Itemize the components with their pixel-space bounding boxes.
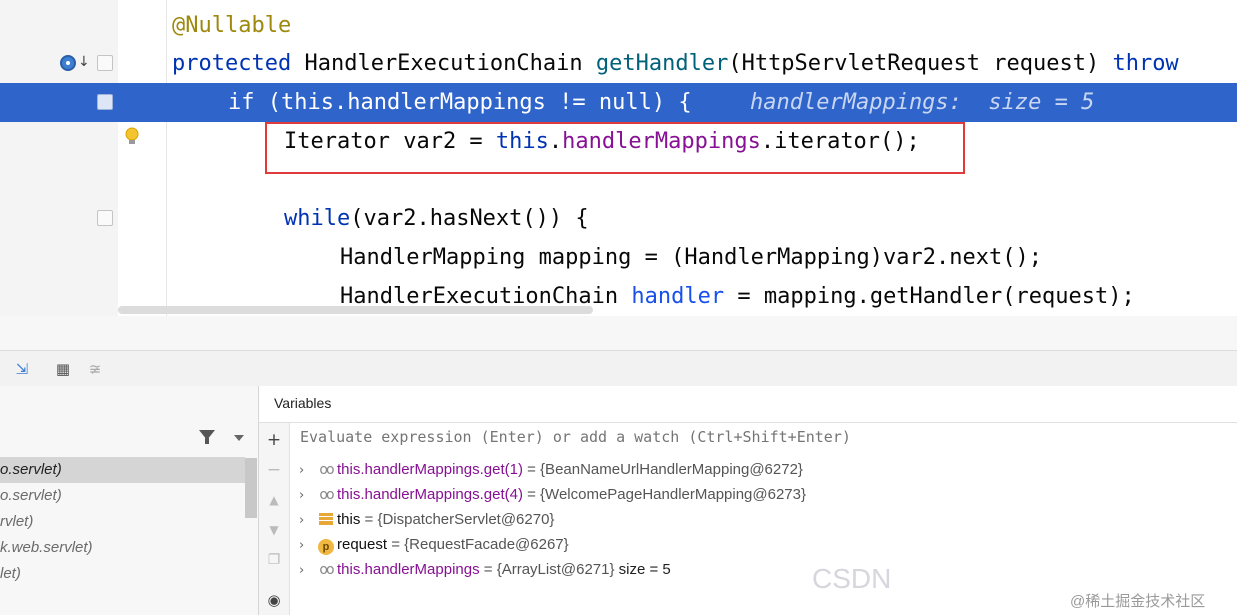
if-keyword: if ( <box>228 90 281 115</box>
annotation-text: @Nullable <box>172 13 292 38</box>
debug-toolbar: ⇲ ▦ ≆ <box>0 350 1237 387</box>
handler-call: = mapping.getHandler(request); <box>724 284 1135 309</box>
method-params: (HttpServletRequest request) <box>728 51 1100 76</box>
variable-value: = {RequestFacade@6267} <box>387 536 569 553</box>
expand-arrow-icon[interactable]: › <box>299 533 315 558</box>
code-line-current-execution: if (this.handlerMappings != null) { hand… <box>0 83 1237 122</box>
debugger-separator <box>0 316 1237 350</box>
watch-icon: oo <box>319 562 334 579</box>
handler-variable: handler <box>631 284 725 309</box>
expand-arrow-icon[interactable]: › <box>299 483 315 508</box>
while-statement: while(var2.hasNext()) { <box>284 199 589 238</box>
method-name: getHandler <box>595 51 729 76</box>
lightbulb-icon[interactable] <box>124 127 140 147</box>
evaluate-expression-input[interactable] <box>300 428 900 446</box>
variable-size: size = 5 <box>614 561 671 578</box>
frame-label: rvlet) <box>0 513 34 530</box>
code-line-while: while(var2.hasNext()) { <box>0 199 1237 238</box>
variable-name: this <box>337 511 361 528</box>
run-to-cursor-icon[interactable]: ⇲ <box>13 360 31 378</box>
variables-panel: Variables + − ▲ ▼ ❐ ◉ ›oothis.handlerMap… <box>259 386 1237 615</box>
variables-title: Variables <box>274 395 332 411</box>
variable-value: = {DispatcherServlet@6270} <box>360 511 555 528</box>
remove-watch-icon[interactable]: − <box>265 461 283 479</box>
code-line-annotation: @Nullable <box>0 6 1237 45</box>
frame-label: o.servlet) <box>0 461 62 478</box>
frame-item[interactable]: let) <box>0 561 245 587</box>
frames-panel: o.servlet) o.servlet) rvlet) k.web.servl… <box>0 386 259 615</box>
frames-header <box>0 386 258 456</box>
variable-row[interactable]: › this = {DispatcherServlet@6270} <box>299 507 554 532</box>
view-options-icon[interactable]: ◉ <box>265 591 283 609</box>
keyword-throws: throw <box>1112 51 1179 76</box>
frame-label: o.servlet) <box>0 487 62 504</box>
site-watermark: @稀土掘金技术社区 <box>1070 593 1206 610</box>
watch-icon: oo <box>319 487 334 504</box>
variable-name: request <box>337 536 388 553</box>
variable-row[interactable]: › oo this.handlerMappings.get(1) = {BeanNa… <box>299 457 803 482</box>
mapping-statement: HandlerMapping mapping = (HandlerMapping… <box>340 245 1042 270</box>
field-stack-icon <box>315 508 337 533</box>
this-keyword: this <box>280 90 334 115</box>
code-line-mapping: HandlerMapping mapping = (HandlerMapping… <box>0 238 1237 277</box>
while-keyword: while <box>284 206 351 231</box>
variable-row[interactable]: › p request = {RequestFacade@6267} <box>299 532 569 557</box>
fold-marker-icon[interactable] <box>97 94 113 110</box>
frame-item[interactable]: o.servlet) <box>0 457 245 483</box>
frame-item[interactable]: rvlet) <box>0 509 245 535</box>
if-condition-end: != null) { <box>545 90 692 115</box>
watch-icon: oo <box>319 462 334 479</box>
keyword-protected: protected <box>172 51 292 76</box>
fold-marker-icon[interactable] <box>97 55 113 71</box>
move-up-icon[interactable]: ▲ <box>265 491 283 509</box>
evaluate-table-icon[interactable]: ▦ <box>54 360 72 378</box>
csdn-watermark: CSDN <box>812 563 892 594</box>
variable-name: this.handlerMappings.get(4) <box>337 486 523 503</box>
highlight-box <box>265 122 965 174</box>
variable-value: = {ArrayList@6271} <box>479 561 615 578</box>
variable-row[interactable]: › oo this.handlerMappings = {ArrayList@627… <box>299 557 671 582</box>
move-down-icon[interactable]: ▼ <box>265 521 283 539</box>
return-type: HandlerExecutionChain <box>304 51 583 76</box>
variables-side-toolbar: + − ▲ ▼ ❐ ◉ <box>259 423 290 615</box>
frame-item[interactable]: k.web.servlet) <box>0 535 245 561</box>
horizontal-scrollbar[interactable] <box>118 306 593 314</box>
header-divider <box>259 422 1237 423</box>
implementation-arrow-icon[interactable]: ↓ <box>78 54 90 70</box>
frame-label: let) <box>0 565 21 582</box>
code-editor[interactable]: @Nullable protected HandlerExecutionChai… <box>0 0 1237 316</box>
expand-arrow-icon[interactable]: › <box>299 558 315 583</box>
if-statement: if (this.handlerMappings != null) { <box>228 83 692 122</box>
expand-arrow-icon[interactable]: › <box>299 508 315 533</box>
add-watch-icon[interactable]: + <box>265 431 283 449</box>
variable-value: = {BeanNameUrlHandlerMapping@6272} <box>522 461 803 478</box>
copy-icon[interactable]: ❐ <box>265 551 283 569</box>
chevron-down-icon[interactable] <box>234 435 244 441</box>
trace-icon[interactable]: ≆ <box>86 360 104 378</box>
signature-text: protected HandlerExecutionChain getHandl… <box>172 44 1179 83</box>
frames-scrollbar[interactable] <box>245 458 257 518</box>
variable-value: = {WelcomePageHandlerMapping@6273} <box>522 486 807 503</box>
code-line-signature: protected HandlerExecutionChain getHandl… <box>0 44 1237 83</box>
frame-label: k.web.servlet) <box>0 539 93 556</box>
debug-marker-icon[interactable] <box>60 55 76 71</box>
handler-mappings-field: .handlerMappings <box>333 90 546 115</box>
frame-item[interactable]: o.servlet) <box>0 483 245 509</box>
variable-name: this.handlerMappings.get(1) <box>337 461 523 478</box>
fold-marker-icon[interactable] <box>97 210 113 226</box>
filter-stem <box>205 438 209 444</box>
expand-arrow-icon[interactable]: › <box>299 458 315 483</box>
variable-name: this.handlerMappings <box>337 561 480 578</box>
variable-row[interactable]: › oo this.handlerMappings.get(4) = {Welcom… <box>299 482 806 507</box>
parameter-icon: p <box>315 533 337 558</box>
while-condition: (var2.hasNext()) { <box>350 206 589 231</box>
inline-debug-hint: handlerMappings: size = 5 <box>750 90 1095 115</box>
